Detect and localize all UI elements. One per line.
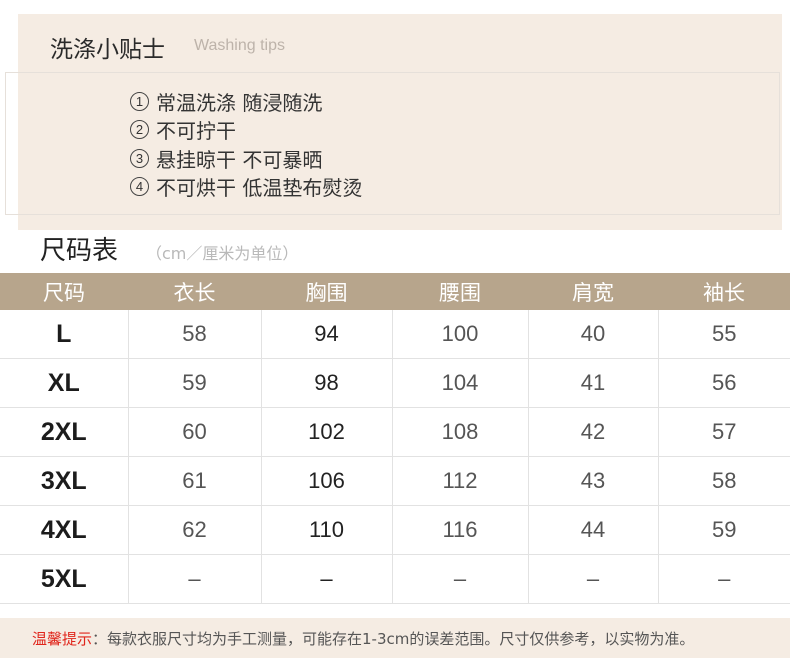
note-text: ：每款衣服尺寸均为手工测量，可能存在1-3cm的误差范围。尺寸仅供参考，以实物为… bbox=[92, 629, 695, 648]
table-row: XL 59 98 104 41 56 bbox=[0, 358, 790, 408]
chest-cell: 102 bbox=[261, 407, 393, 457]
header-sleeve: 袖长 bbox=[658, 273, 790, 310]
table-header-row: 尺码 衣长 胸围 腰围 肩宽 袖长 bbox=[0, 273, 790, 310]
size-cell: 5XL bbox=[0, 554, 129, 604]
size-cell: XL bbox=[0, 358, 129, 408]
chest-cell: 98 bbox=[261, 358, 393, 408]
note-label: 温馨提示 bbox=[32, 629, 93, 648]
waist-cell: 112 bbox=[392, 456, 529, 506]
sleeve-cell: – bbox=[658, 554, 790, 604]
washing-tips-title: 洗涤小贴士 bbox=[50, 37, 165, 63]
washing-tip: 4 不可烘干 低温垫布熨烫 bbox=[130, 173, 362, 202]
sleeve-cell: 59 bbox=[658, 505, 790, 555]
header-waist: 腰围 bbox=[392, 273, 528, 310]
waist-cell: 116 bbox=[392, 505, 529, 555]
tip-number: 3 bbox=[130, 148, 149, 168]
shoulder-cell: 41 bbox=[528, 358, 659, 408]
table-row: L 58 94 100 40 55 bbox=[0, 310, 790, 359]
size-cell: 2XL bbox=[0, 407, 129, 457]
chest-cell: 106 bbox=[261, 456, 393, 506]
shoulder-cell: 43 bbox=[528, 456, 659, 506]
size-cell: L bbox=[0, 310, 129, 359]
tip-number: 4 bbox=[130, 177, 149, 197]
table-row: 5XL – – – – – bbox=[0, 554, 790, 604]
washing-tips-list: 1 常温洗涤 随浸随洗 2 不可拧干 3 悬挂晾干 不可暴晒 4 不可烘干 低温… bbox=[130, 87, 362, 201]
table-row: 3XL 61 106 112 43 58 bbox=[0, 456, 790, 506]
washing-tip: 2 不可拧干 bbox=[130, 116, 362, 145]
waist-cell: 104 bbox=[392, 358, 529, 408]
chest-cell: 94 bbox=[261, 310, 393, 359]
table-row: 2XL 60 102 108 42 57 bbox=[0, 407, 790, 457]
tip-text: 不可烘干 低温垫布熨烫 bbox=[156, 176, 363, 201]
shoulder-cell: 44 bbox=[528, 505, 659, 555]
tip-text: 不可拧干 bbox=[156, 119, 236, 144]
tip-number: 1 bbox=[130, 91, 149, 111]
length-cell: – bbox=[128, 554, 262, 604]
length-cell: 62 bbox=[128, 505, 262, 555]
length-cell: 59 bbox=[128, 358, 262, 408]
header-size: 尺码 bbox=[0, 273, 128, 310]
waist-cell: – bbox=[392, 554, 529, 604]
sleeve-cell: 56 bbox=[658, 358, 790, 408]
waist-cell: 108 bbox=[392, 407, 529, 457]
size-chart-unit: （cm／厘米为单位） bbox=[146, 244, 299, 263]
waist-cell: 100 bbox=[392, 310, 529, 359]
header-length: 衣长 bbox=[128, 273, 261, 310]
tip-text: 悬挂晾干 不可暴晒 bbox=[156, 147, 323, 172]
sleeve-cell: 55 bbox=[658, 310, 790, 359]
chest-cell: – bbox=[261, 554, 393, 604]
size-cell: 3XL bbox=[0, 456, 129, 506]
washing-tips-subtitle: Washing tips bbox=[194, 37, 285, 54]
washing-tips-frame bbox=[5, 72, 780, 215]
size-cell: 4XL bbox=[0, 505, 129, 555]
shoulder-cell: – bbox=[528, 554, 659, 604]
shoulder-cell: 40 bbox=[528, 310, 659, 359]
measurement-note: 温馨提示 ：每款衣服尺寸均为手工测量，可能存在1-3cm的误差范围。尺寸仅供参考，… bbox=[0, 618, 790, 658]
tip-number: 2 bbox=[130, 120, 149, 140]
size-chart-title: 尺码表 bbox=[40, 236, 119, 266]
size-chart-table: 尺码 衣长 胸围 腰围 肩宽 袖长 L 58 94 100 40 55 XL 5… bbox=[0, 273, 790, 604]
shoulder-cell: 42 bbox=[528, 407, 659, 457]
chest-cell: 110 bbox=[261, 505, 393, 555]
sleeve-cell: 57 bbox=[658, 407, 790, 457]
length-cell: 60 bbox=[128, 407, 262, 457]
header-chest: 胸围 bbox=[261, 273, 392, 310]
washing-tip: 1 常温洗涤 随浸随洗 bbox=[130, 87, 362, 116]
tip-text: 常温洗涤 随浸随洗 bbox=[156, 90, 323, 115]
table-row: 4XL 62 110 116 44 59 bbox=[0, 505, 790, 555]
header-shoulder: 肩宽 bbox=[528, 273, 658, 310]
length-cell: 58 bbox=[128, 310, 262, 359]
length-cell: 61 bbox=[128, 456, 262, 506]
sleeve-cell: 58 bbox=[658, 456, 790, 506]
washing-tip: 3 悬挂晾干 不可暴晒 bbox=[130, 144, 362, 173]
